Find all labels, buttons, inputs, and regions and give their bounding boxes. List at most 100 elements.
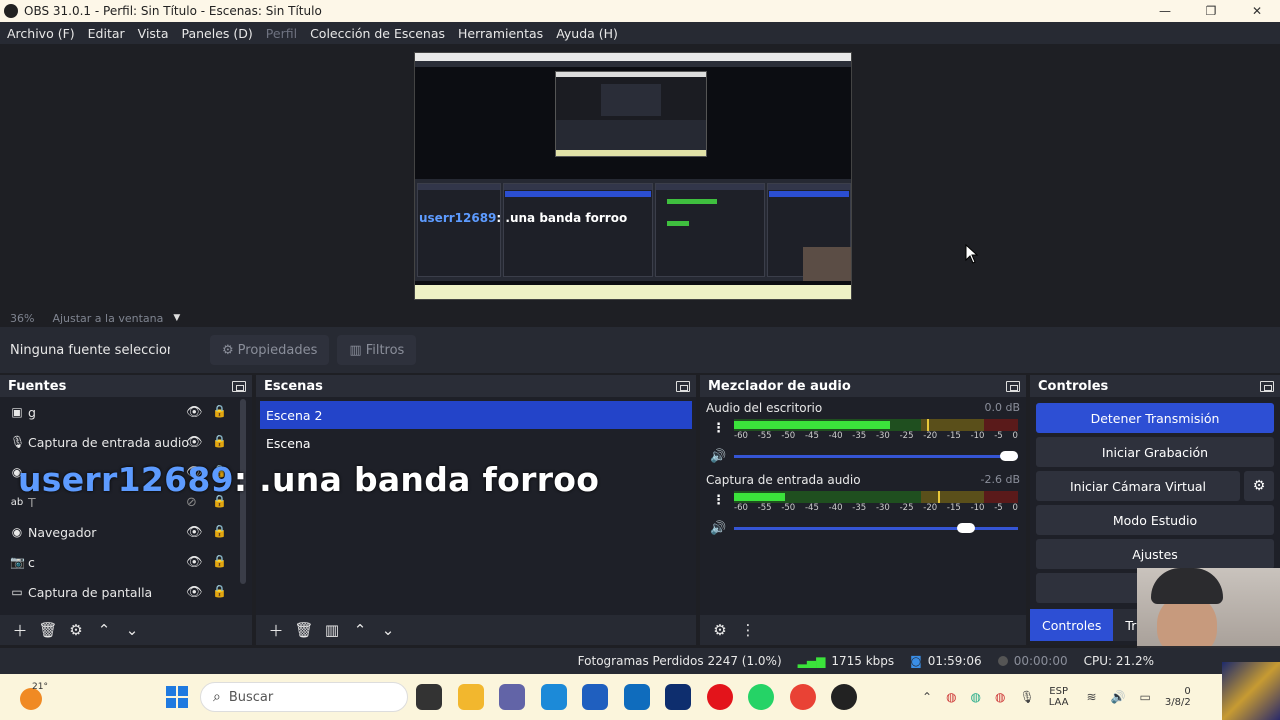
lock-icon[interactable]: 🔒 [212, 524, 227, 538]
source-item[interactable]: 📷 c 👁 🔒 [0, 547, 252, 577]
menu-ayuda[interactable]: Ayuda (H) [556, 26, 618, 41]
eye-icon[interactable]: 👁 [186, 555, 203, 570]
tray-app-icon[interactable]: ◍ [971, 690, 981, 704]
source-item[interactable]: ▭ Captura de pantalla 👁 🔒 [0, 577, 252, 607]
remove-scene-icon[interactable]: 🗑 [290, 621, 318, 639]
volume-slider-thumb[interactable] [1000, 451, 1018, 461]
start-recording-button[interactable]: Iniciar Grabación [1036, 437, 1274, 467]
studio-mode-button[interactable]: Modo Estudio [1036, 505, 1274, 535]
tab-controls[interactable]: Controles [1030, 609, 1114, 641]
taskbar-search[interactable]: ⌕ Buscar [200, 682, 408, 712]
filter-icon: ▥ [349, 342, 362, 358]
undock-icon[interactable] [676, 380, 690, 392]
weather-widget[interactable]: 21° [20, 682, 50, 712]
eye-icon[interactable]: 👁 [186, 435, 203, 450]
whatsapp-icon[interactable] [748, 684, 774, 710]
opera-icon[interactable] [706, 684, 733, 710]
disney-plus-icon[interactable] [665, 684, 691, 710]
move-up-icon[interactable]: ⌃ [346, 621, 374, 639]
scene-filter-icon[interactable]: ▥ [318, 621, 346, 639]
lock-icon[interactable]: 🔒 [212, 434, 227, 448]
search-icon: ⌕ [213, 689, 221, 705]
preview-nested-titlebar [415, 53, 851, 61]
tray-app-icon[interactable]: ◍ [946, 690, 956, 704]
clock[interactable]: 0 3/8/2 [1165, 686, 1191, 708]
record-icon [997, 656, 1008, 666]
edge-icon[interactable] [540, 684, 567, 710]
menu-vista[interactable]: Vista [138, 26, 169, 41]
more-options-icon[interactable]: ⋮ [734, 621, 762, 639]
gear-icon[interactable]: ⚙ [1244, 471, 1274, 501]
speaker-icon[interactable]: 🔊 [710, 521, 726, 536]
source-item[interactable]: ▣ g 👁 🔒 [0, 397, 252, 427]
stop-streaming-button[interactable]: Detener Transmisión [1036, 403, 1274, 433]
move-down-icon[interactable]: ⌄ [374, 621, 402, 639]
zoom-fit-label[interactable]: Ajustar a la ventana [52, 312, 163, 325]
volume-slider[interactable] [734, 451, 1018, 461]
filters-button[interactable]: ▥ Filtros [337, 335, 417, 365]
volume-slider-thumb[interactable] [957, 523, 976, 533]
volume-icon[interactable]: 🔊 [1111, 690, 1126, 704]
undock-icon[interactable] [232, 380, 246, 392]
microphone-icon[interactable]: 🎙 [1020, 690, 1035, 704]
lock-icon[interactable]: 🔒 [212, 554, 227, 568]
menu-archivo[interactable]: Archivo (F) [7, 26, 75, 41]
sources-toolbar: ＋ 🗑 ⚙ ⌃ ⌄ [0, 615, 252, 645]
eye-icon[interactable]: 👁 [186, 405, 203, 420]
volume-slider[interactable] [734, 523, 1018, 533]
more-options-icon[interactable]: ⋮ [712, 493, 725, 508]
move-down-icon[interactable]: ⌄ [118, 621, 146, 639]
windows-start-icon[interactable] [166, 686, 188, 708]
mixer-title: Mezclador de audio [708, 378, 851, 394]
scene-item[interactable]: Escena [260, 429, 692, 457]
undock-icon[interactable] [1260, 380, 1274, 392]
source-item[interactable]: ◉ Navegador 👁 🔒 [0, 517, 252, 547]
outlook-icon[interactable] [623, 684, 650, 710]
add-source-icon[interactable]: ＋ [6, 620, 34, 641]
add-scene-icon[interactable]: ＋ [262, 620, 290, 641]
more-options-icon[interactable]: ⋮ [712, 421, 725, 436]
menu-coleccion-escenas[interactable]: Colección de Escenas [310, 26, 445, 41]
chevron-down-icon[interactable]: ▼ [173, 313, 180, 323]
undock-icon[interactable] [1006, 380, 1020, 392]
battery-icon[interactable]: ▭ [1140, 690, 1151, 704]
menu-herramientas[interactable]: Herramientas [458, 26, 543, 41]
eye-icon[interactable]: 👁 [186, 525, 203, 540]
lock-icon[interactable]: 🔒 [212, 584, 227, 598]
menu-editar[interactable]: Editar [88, 26, 125, 41]
task-view-icon[interactable] [416, 684, 442, 710]
lock-icon[interactable]: 🔒 [212, 404, 227, 418]
source-settings-icon[interactable]: ⚙ [62, 621, 90, 639]
meter-peak [938, 491, 941, 503]
start-virtual-camera-button[interactable]: Iniciar Cámara Virtual [1036, 471, 1240, 501]
chevron-up-icon[interactable]: ⌃ [922, 690, 932, 704]
volume-meter [734, 491, 1018, 503]
audio-settings-icon[interactable]: ⚙ [706, 621, 734, 639]
move-up-icon[interactable]: ⌃ [90, 621, 118, 639]
meter-level [734, 421, 891, 429]
teams-icon[interactable] [499, 684, 525, 710]
language-indicator[interactable]: ESP LAA [1049, 686, 1069, 708]
settings-button[interactable]: Ajustes [1036, 539, 1274, 569]
tray-app-icon[interactable]: ◍ [995, 690, 1005, 704]
preview-canvas[interactable]: userr12689: .una banda forroo [414, 52, 852, 300]
speaker-icon[interactable]: 🔊 [710, 449, 726, 464]
image-icon: ▣ [11, 405, 23, 419]
eye-icon[interactable]: 👁 [186, 585, 203, 600]
window-titlebar: OBS 31.0.1 - Perfil: Sin Título - Escena… [0, 0, 1280, 22]
scene-item[interactable]: Escena 2 [260, 401, 692, 429]
source-item[interactable]: 🎙 Captura de entrada audio 👁 🔒 [0, 427, 252, 457]
meter-zone [983, 419, 1018, 431]
remove-source-icon[interactable]: 🗑 [34, 621, 62, 639]
maximize-button[interactable]: ❐ [1188, 0, 1234, 22]
wifi-icon[interactable]: ≋ [1087, 690, 1097, 704]
close-button[interactable]: ✕ [1234, 0, 1280, 22]
minimize-button[interactable]: — [1142, 0, 1188, 22]
audio-mixer-dock: Mezclador de audio Audio del escritorio 0… [700, 375, 1026, 645]
file-explorer-icon[interactable] [457, 684, 484, 710]
properties-button[interactable]: ⚙ Propiedades [210, 335, 330, 365]
store-icon[interactable] [582, 684, 608, 710]
menu-paneles[interactable]: Paneles (D) [182, 26, 253, 41]
chrome-icon[interactable] [789, 684, 816, 710]
obs-taskbar-icon[interactable] [831, 684, 857, 710]
